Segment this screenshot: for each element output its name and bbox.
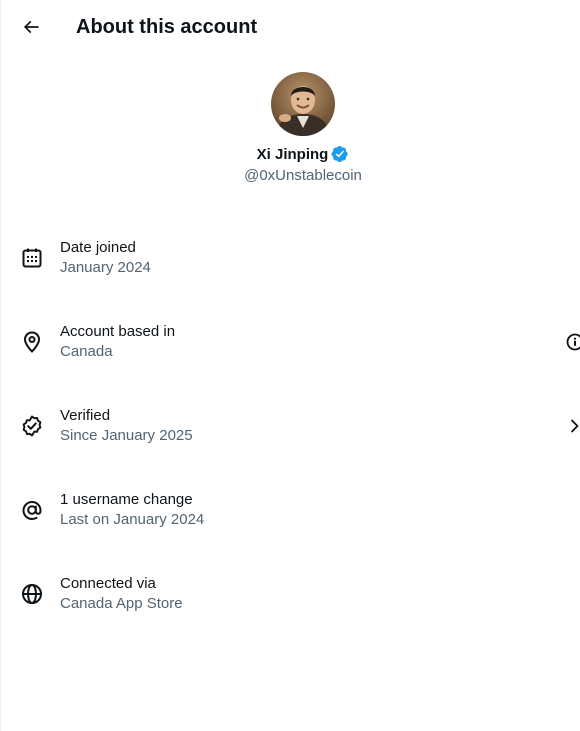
profile-summary: Xi Jinping @0xUnstablecoin — [1, 72, 580, 186]
info-icon[interactable] — [564, 330, 580, 354]
arrow-left-icon — [23, 20, 39, 34]
detail-username-change: 1 username change Last on January 2024 — [1, 468, 580, 552]
globe-icon — [20, 582, 44, 606]
detail-label: 1 username change — [60, 491, 193, 508]
detail-label: Verified — [60, 407, 111, 424]
detail-value: Canada App Store — [60, 595, 183, 612]
detail-label: Date joined — [60, 239, 136, 256]
avatar[interactable] — [271, 72, 335, 136]
calendar-icon — [20, 246, 44, 270]
at-sign-icon — [20, 498, 44, 522]
account-details-list: Date joined January 2024 Account based i… — [1, 216, 580, 636]
display-name: Xi Jinping — [256, 145, 329, 163]
detail-connected-via: Connected via Canada App Store — [1, 552, 580, 636]
back-button[interactable] — [15, 11, 47, 43]
verified-badge-icon — [331, 145, 349, 163]
detail-value: January 2024 — [60, 259, 151, 276]
avatar-photo — [271, 72, 335, 136]
location-pin-icon — [20, 330, 44, 354]
about-account-page: About this account Xi Jinping @0xUnstabl… — [0, 0, 580, 731]
header: About this account — [1, 0, 580, 54]
detail-label: Connected via — [60, 575, 156, 592]
detail-label: Account based in — [60, 323, 176, 340]
chevron-right-icon[interactable] — [564, 414, 580, 438]
page-title: About this account — [76, 16, 258, 38]
detail-account-based-in: Account based in Canada — [1, 300, 580, 384]
detail-date-joined: Date joined January 2024 — [1, 216, 580, 300]
detail-value: Last on January 2024 — [60, 511, 205, 528]
name-row: Xi Jinping — [1, 144, 580, 164]
user-handle: @0xUnstablecoin — [244, 167, 362, 184]
detail-verified[interactable]: Verified Since January 2025 — [1, 384, 580, 468]
verified-seal-icon — [20, 414, 44, 438]
detail-value: Canada — [60, 343, 113, 360]
detail-value: Since January 2025 — [60, 427, 193, 444]
